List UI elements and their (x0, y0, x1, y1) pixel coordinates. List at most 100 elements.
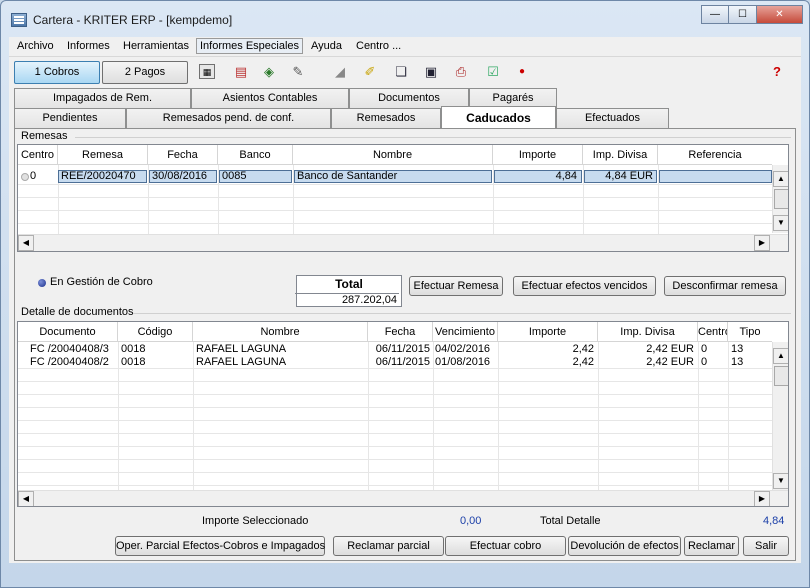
divider (75, 137, 791, 138)
scroll-up-icon[interactable]: ▲ (773, 348, 788, 364)
col-referencia[interactable]: Referencia (658, 145, 772, 165)
col-imp-divisa[interactable]: Imp. Divisa (598, 322, 698, 342)
row-tipo: 13 (731, 343, 744, 355)
tab-remesados[interactable]: Remesados (331, 108, 441, 128)
ledger-icon[interactable]: ▣ (423, 64, 439, 79)
scroll-thumb[interactable] (774, 189, 788, 209)
col-nombre[interactable]: Nombre (293, 145, 493, 165)
calendar-icon[interactable]: ▤ (233, 64, 249, 79)
col-nombre[interactable]: Nombre (193, 322, 368, 342)
importe-seleccionado-label: Importe Seleccionado (202, 515, 309, 527)
tab-pagares[interactable]: Pagarés (469, 88, 557, 108)
note-edit-icon[interactable]: ✎ (290, 64, 306, 79)
col-vencimiento[interactable]: Vencimiento (433, 322, 498, 342)
minimize-button[interactable]: — (701, 5, 729, 24)
remesas-hscroll[interactable]: ◀ ▶ (18, 234, 788, 251)
eraser-icon[interactable]: ◢ (332, 64, 348, 79)
tab-remesados-pend[interactable]: Remesados pend. de conf. (126, 108, 331, 128)
money-icon[interactable]: ◈ (261, 64, 277, 79)
help-icon[interactable]: ? (769, 64, 785, 79)
efectuar-cobro-button[interactable]: Efectuar cobro (445, 536, 566, 556)
salir-button[interactable]: Salir (743, 536, 789, 556)
menu-ayuda[interactable]: Ayuda (308, 40, 345, 52)
row-documento: FC /20040408/2 (30, 356, 109, 368)
total-box: Total 287.202,04 (295, 275, 402, 307)
pagos-button[interactable]: 2 Pagos (102, 61, 188, 84)
col-documento[interactable]: Documento (18, 322, 118, 342)
col-centro[interactable]: Centro (698, 322, 728, 342)
importe-seleccionado-value: 0,00 (460, 515, 482, 527)
col-tipo[interactable]: Tipo (728, 322, 772, 342)
efectuar-remesa-button[interactable]: Efectuar Remesa (409, 276, 503, 296)
maximize-button[interactable]: ☐ (729, 5, 757, 24)
scroll-right-icon[interactable]: ▶ (754, 491, 770, 506)
tab-documentos[interactable]: Documentos (349, 88, 469, 108)
total-detalle-label: Total Detalle (540, 515, 601, 527)
table-row[interactable]: FC /20040408/3 0018 RAFAEL LAGUNA 06/11/… (18, 343, 772, 356)
table-row[interactable]: FC /20040408/2 0018 RAFAEL LAGUNA 06/11/… (18, 356, 772, 369)
remesa-row[interactable]: 0 REE/20020470 30/08/2016 0085 Banco de … (18, 170, 772, 183)
col-importe[interactable]: Importe (493, 145, 583, 165)
col-fecha[interactable]: Fecha (368, 322, 433, 342)
tab-caducados[interactable]: Caducados (441, 106, 556, 128)
col-remesa[interactable]: Remesa (58, 145, 148, 165)
tab-label: Asientos Contables (222, 92, 318, 104)
col-banco[interactable]: Banco (218, 145, 293, 165)
row-centro: 0 (701, 356, 708, 368)
col-imp-divisa[interactable]: Imp. Divisa (583, 145, 658, 165)
menu-informes[interactable]: Informes (64, 40, 113, 52)
row-vencimiento: 04/02/2016 (435, 343, 491, 355)
scroll-left-icon[interactable]: ◀ (18, 491, 34, 506)
red-dot-icon[interactable]: ● (514, 64, 530, 79)
scroll-thumb[interactable] (774, 366, 788, 386)
col-importe[interactable]: Importe (498, 322, 598, 342)
app-window: Cartera - KRITER ERP - [kempdemo] — ☐ ✕ … (0, 0, 810, 588)
efectuar-vencidos-button[interactable]: Efectuar efectos vencidos (513, 276, 656, 296)
col-centro[interactable]: Centro (18, 145, 58, 165)
detalle-vscroll[interactable]: ▲ ▼ (772, 342, 788, 490)
scroll-down-icon[interactable]: ▼ (773, 215, 788, 231)
scroll-down-icon[interactable]: ▼ (773, 473, 788, 489)
tab-asientos[interactable]: Asientos Contables (191, 88, 349, 108)
tab-efectuados[interactable]: Efectuados (556, 108, 669, 128)
col-codigo[interactable]: Código (118, 322, 193, 342)
oper-parcial-button[interactable]: Oper. Parcial Efectos-Cobros e Impagados (115, 536, 325, 556)
desconfirmar-button[interactable]: Desconfirmar remesa (664, 276, 786, 296)
caducados-panel: Remesas Centro Remesa Fecha Banco Nombre… (14, 128, 796, 561)
tab-pendientes[interactable]: Pendientes (14, 108, 126, 128)
tab-impagados[interactable]: Impagados de Rem. (14, 88, 191, 108)
menu-informes-especiales[interactable]: Informes Especiales (196, 38, 304, 54)
documents-icon[interactable]: ❏ (393, 64, 409, 79)
calculator-icon[interactable]: ▦ (199, 64, 215, 79)
remesas-label: Remesas (21, 130, 68, 142)
main-content: 1 Cobros 2 Pagos ▦ ▤ ◈ ✎ ◢ ✐ ❏ ▣ ⎙ ☑ ● ?… (9, 57, 801, 563)
tab-label: Pagarés (492, 92, 534, 104)
row-importe: 2,42 (572, 343, 594, 355)
remesa-numero: REE/20020470 (61, 170, 136, 182)
scroll-up-icon[interactable]: ▲ (773, 171, 788, 187)
menu-archivo[interactable]: Archivo (14, 40, 57, 52)
tab-label: Documentos (378, 92, 440, 104)
devolucion-efectos-button[interactable]: Devolución de efectos (568, 536, 681, 556)
row-tipo: 13 (731, 356, 744, 368)
row-codigo: 0018 (121, 356, 146, 368)
col-fecha[interactable]: Fecha (148, 145, 218, 165)
tab-label: Remesados (356, 112, 416, 124)
highlighter-icon[interactable]: ✐ (362, 64, 378, 79)
scroll-right-icon[interactable]: ▶ (754, 235, 770, 251)
printer-icon[interactable]: ⎙ (453, 64, 469, 79)
remesas-vscroll[interactable]: ▲ ▼ (772, 165, 788, 233)
row-fecha: 06/11/2015 (375, 343, 430, 355)
reclamar-button[interactable]: Reclamar (684, 536, 739, 556)
menu-centro[interactable]: Centro ... (353, 40, 404, 52)
reclamar-parcial-button[interactable]: Reclamar parcial (333, 536, 444, 556)
checklist-icon[interactable]: ☑ (485, 64, 501, 79)
remesa-nombre: Banco de Santander (297, 170, 398, 182)
detalle-hscroll[interactable]: ◀ ▶ (18, 490, 788, 506)
menu-herramientas[interactable]: Herramientas (120, 40, 192, 52)
cobros-button[interactable]: 1 Cobros (14, 61, 100, 84)
scroll-left-icon[interactable]: ◀ (18, 235, 34, 251)
gestion-label: En Gestión de Cobro (50, 276, 153, 288)
row-imp-divisa: 2,42 EUR (646, 356, 694, 368)
close-button[interactable]: ✕ (757, 5, 803, 24)
